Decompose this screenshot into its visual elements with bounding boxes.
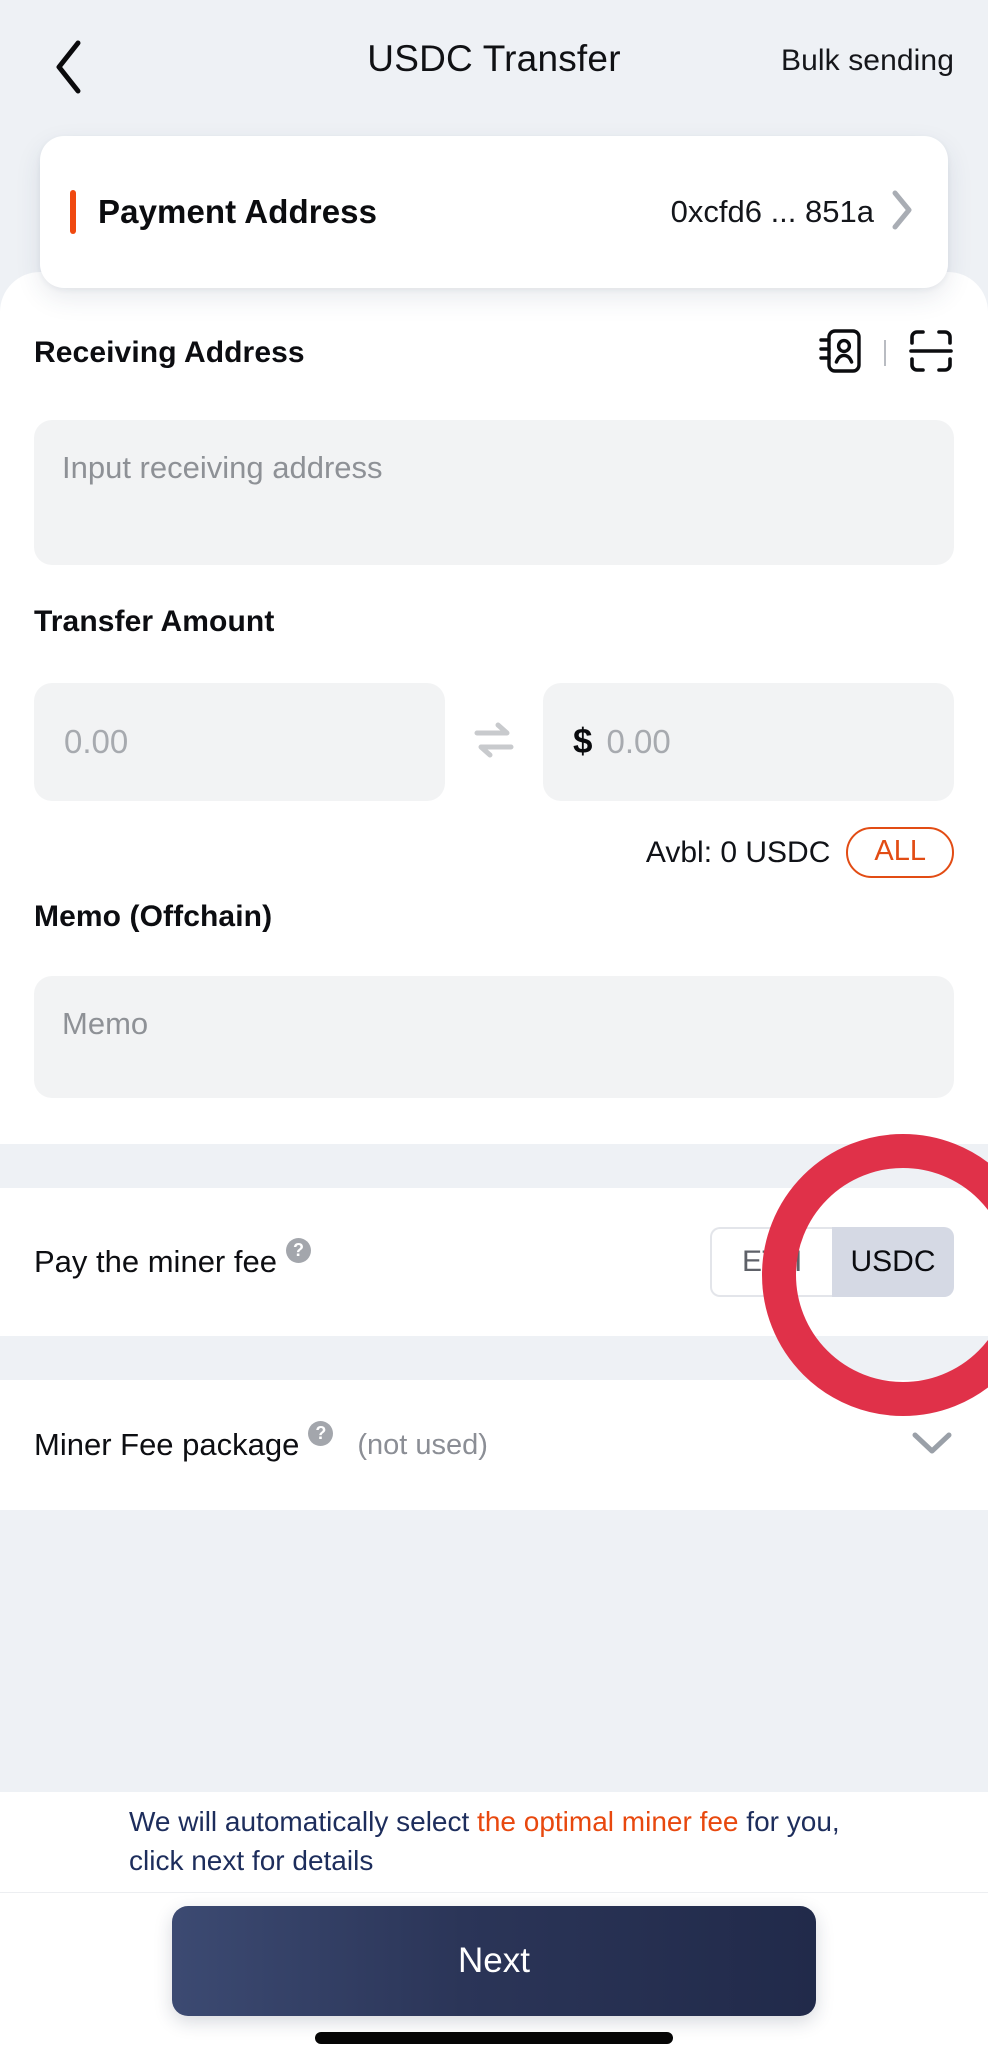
miner-fee-note-text: We will automatically select the optimal… xyxy=(129,1803,859,1880)
pay-miner-fee-text: Pay the miner fee xyxy=(34,1244,277,1279)
chevron-down-icon[interactable] xyxy=(910,1429,954,1462)
qr-scan-icon xyxy=(908,328,954,379)
memo-title: Memo (Offchain) xyxy=(34,900,273,933)
transfer-amount-section: Transfer Amount 0.00 $ 0.00 Avbl: 0 USDC… xyxy=(34,605,954,878)
question-mark-icon[interactable]: ? xyxy=(285,1238,311,1263)
receiving-address-section: Receiving Address Input receiving addres… xyxy=(34,328,954,565)
fiat-amount-placeholder: 0.00 xyxy=(606,723,671,760)
payment-address-value: 0xcfd6 ... 851a xyxy=(670,194,874,229)
miner-fee-package-value: (not used) xyxy=(357,1428,488,1461)
scan-qr-button[interactable] xyxy=(908,328,954,379)
pay-miner-fee-label: Pay the miner fee ? xyxy=(34,1238,311,1280)
memo-section: Memo (Offchain) Memo xyxy=(34,900,954,1098)
contacts-button[interactable] xyxy=(818,328,862,379)
receiving-address-header: Receiving Address xyxy=(34,328,954,379)
receiving-address-input[interactable]: Input receiving address xyxy=(34,420,954,565)
swap-arrows-icon xyxy=(471,719,517,766)
gap-strip-3 xyxy=(0,1510,988,1792)
chevron-right-icon xyxy=(890,189,914,236)
all-button[interactable]: ALL xyxy=(846,827,954,878)
available-balance-text: Avbl: 0 USDC xyxy=(645,835,831,869)
payment-address-card[interactable]: Payment Address 0xcfd6 ... 851a xyxy=(40,136,948,288)
app-header: USDC Transfer Bulk sending xyxy=(0,0,988,128)
receiving-address-title: Receiving Address xyxy=(34,336,305,369)
dollar-symbol: $ xyxy=(573,722,593,761)
home-indicator xyxy=(315,2032,673,2044)
available-balance-row: Avbl: 0 USDC ALL xyxy=(34,827,954,878)
transfer-amount-row: 0.00 $ 0.00 xyxy=(34,683,954,801)
receiving-address-actions xyxy=(818,328,954,379)
miner-fee-package-text: Miner Fee package xyxy=(34,1427,300,1462)
pay-miner-fee-row: Pay the miner fee ? ETH USDC xyxy=(0,1188,988,1336)
question-mark-icon[interactable]: ? xyxy=(308,1421,334,1446)
miner-fee-eth-toggle[interactable]: ETH xyxy=(710,1227,832,1297)
fiat-amount-input[interactable]: $ 0.00 xyxy=(543,683,954,801)
transfer-amount-title: Transfer Amount xyxy=(34,605,275,638)
icon-divider xyxy=(884,340,886,366)
miner-fee-package-row[interactable]: Miner Fee package ? (not used) xyxy=(0,1380,988,1510)
payment-address-label: Payment Address xyxy=(98,193,378,230)
note-prefix: We will automatically select xyxy=(129,1806,478,1838)
note-highlight: the optimal miner fee xyxy=(477,1806,739,1838)
swap-currency-button[interactable] xyxy=(445,719,543,766)
bulk-sending-link[interactable]: Bulk sending xyxy=(781,44,954,78)
gap-strip-2 xyxy=(0,1336,988,1380)
gap-strip-1 xyxy=(0,1144,988,1188)
miner-fee-note: We will automatically select the optimal… xyxy=(0,1792,988,1892)
next-button[interactable]: Next xyxy=(172,1906,816,2016)
crypto-amount-input[interactable]: 0.00 xyxy=(34,683,445,801)
memo-input[interactable]: Memo xyxy=(34,976,954,1098)
miner-fee-package-label: Miner Fee package ? xyxy=(34,1421,334,1463)
accent-bar xyxy=(70,190,76,234)
miner-fee-usdc-toggle[interactable]: USDC xyxy=(832,1227,954,1297)
payment-address-right: 0xcfd6 ... 851a xyxy=(671,189,914,236)
miner-fee-currency-toggle: ETH USDC xyxy=(710,1227,954,1297)
phone-screen: USDC Transfer Bulk sending Payment Addre… xyxy=(0,0,988,2048)
address-book-icon xyxy=(818,328,862,379)
